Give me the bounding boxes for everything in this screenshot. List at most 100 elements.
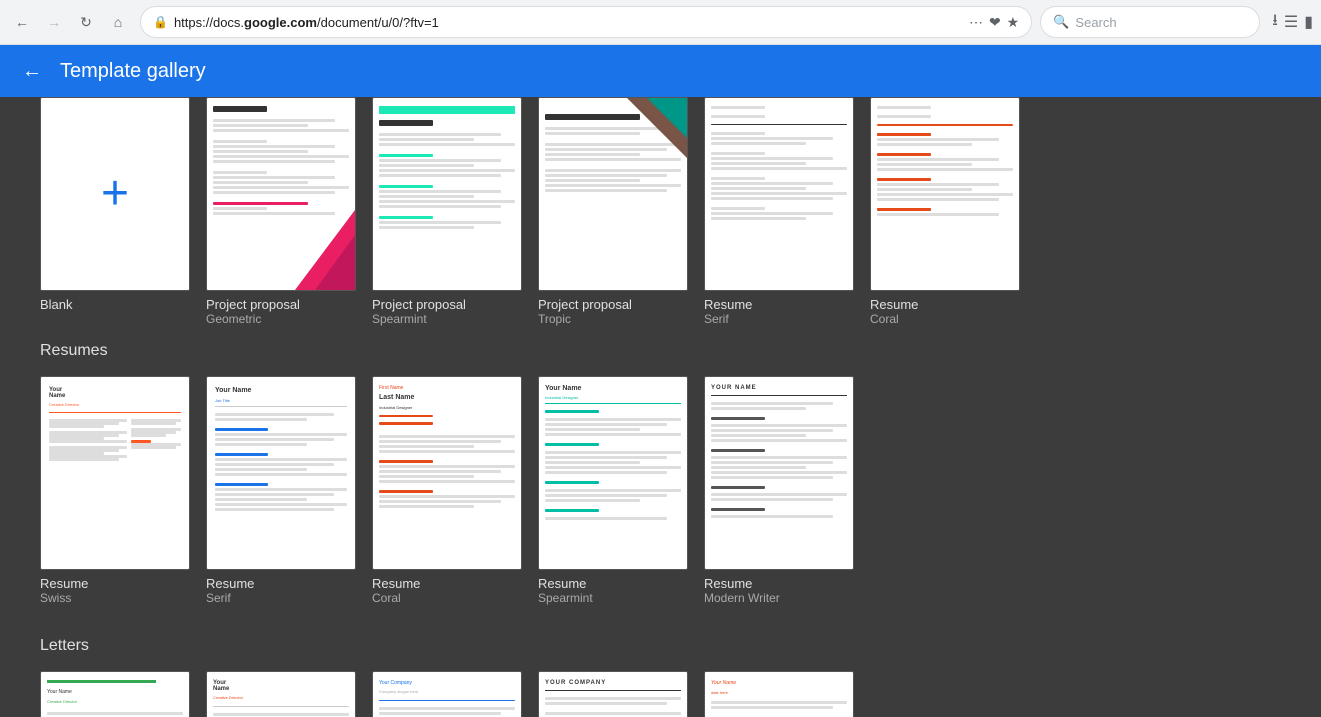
template-name-resume-swiss: Resume — [40, 576, 190, 591]
template-subtitle-proj-spearmint: Spearmint — [372, 312, 522, 326]
template-card-letter-4[interactable]: YOUR COMPANY — [538, 671, 688, 717]
template-thumb-letter-2: YourName Creative Director — [206, 671, 356, 717]
template-card-proj-geometric[interactable]: Project proposal Geometric — [206, 97, 356, 326]
template-card-letter-3[interactable]: Your Company Company slogan here — [372, 671, 522, 717]
url-prefix: https://docs. — [174, 15, 244, 30]
app-header: ← Template gallery — [0, 45, 1321, 97]
template-card-letter-5[interactable]: Your Name date here Hello fan, — [704, 671, 854, 717]
template-label-resume-swiss: Resume Swiss — [40, 576, 190, 605]
template-card-resume-coral-top[interactable]: Resume Coral — [870, 97, 1020, 326]
template-card-proj-spearmint[interactable]: Project proposal Spearmint — [372, 97, 522, 326]
template-label-resume-coral: Resume Coral — [372, 576, 522, 605]
template-name-resume-modern: Resume — [704, 576, 854, 591]
resumes-section-title: Resumes — [40, 342, 1281, 360]
template-thumb-resume-serif: Your Name Job Title — [206, 376, 356, 570]
template-subtitle-resume-coral-top: Coral — [870, 312, 1020, 326]
more-icon[interactable]: ⋯ — [969, 14, 983, 31]
template-thumb-letter-4: YOUR COMPANY — [538, 671, 688, 717]
back-button[interactable]: ← — [8, 8, 36, 36]
template-card-resume-coral[interactable]: First Name Last Name Industrial Designer — [372, 376, 522, 605]
template-label-resume-serif: Resume Serif — [206, 576, 356, 605]
template-name-resume-coral-top: Resume — [870, 297, 1020, 312]
template-subtitle-proj-tropic: Tropic — [538, 312, 688, 326]
template-subtitle-resume-serif-top: Serif — [704, 312, 854, 326]
template-name-proj-spearmint: Project proposal — [372, 297, 522, 312]
template-card-letter-2[interactable]: YourName Creative Director — [206, 671, 356, 717]
resumes-template-grid: YourName Creative Director — [40, 376, 1281, 605]
template-label-proj-spearmint: Project proposal Spearmint — [372, 297, 522, 326]
template-label-blank: Blank — [40, 297, 190, 312]
reload-button[interactable]: ↻ — [72, 8, 100, 36]
page-title: Template gallery — [60, 60, 206, 83]
main-content: + Blank — [0, 97, 1321, 717]
plus-icon: + — [101, 170, 129, 218]
template-label-resume-serif-top: Resume Serif — [704, 297, 854, 326]
lock-icon: 🔒 — [153, 15, 168, 29]
search-icon: 🔍 — [1053, 14, 1069, 30]
template-subtitle-resume-serif: Serif — [206, 591, 356, 605]
template-card-resume-spearmint[interactable]: Your Name Industrial Designer — [538, 376, 688, 605]
template-label-resume-coral-top: Resume Coral — [870, 297, 1020, 326]
template-subtitle-resume-swiss: Swiss — [40, 591, 190, 605]
template-name-resume-serif-top: Resume — [704, 297, 854, 312]
address-text: https://docs.google.com/document/u/0/?ft… — [174, 15, 963, 30]
download-icon[interactable]: ⭳ — [1272, 9, 1278, 36]
template-name-resume-serif: Resume — [206, 576, 356, 591]
template-name-resume-spearmint: Resume — [538, 576, 688, 591]
app-back-button[interactable]: ← — [16, 55, 48, 87]
template-label-resume-modern: Resume Modern Writer — [704, 576, 854, 605]
template-subtitle-proj-geometric: Geometric — [206, 312, 356, 326]
template-card-resume-modern[interactable]: YOUR NAME — [704, 376, 854, 605]
template-subtitle-resume-modern: Modern Writer — [704, 591, 854, 605]
home-button[interactable]: ⌂ — [104, 8, 132, 36]
template-name-blank: Blank — [40, 297, 190, 312]
template-subtitle-resume-spearmint: Spearmint — [538, 591, 688, 605]
top-template-grid: + Blank — [40, 97, 1281, 326]
url-domain: google.com — [244, 15, 317, 30]
top-row-section: + Blank — [0, 97, 1321, 326]
template-name-resume-coral: Resume — [372, 576, 522, 591]
template-thumb-letter-1: Your Name Creative Director — [40, 671, 190, 717]
browser-chrome: ← → ↻ ⌂ 🔒 https://docs.google.com/docume… — [0, 0, 1321, 45]
library-icon[interactable]: ☰ — [1284, 12, 1298, 32]
resumes-section: Resumes YourName Creative Director — [0, 326, 1321, 621]
template-thumb-letter-5: Your Name date here Hello fan, — [704, 671, 854, 717]
letters-section: Letters Your Name Creative Director — [0, 621, 1321, 717]
template-card-resume-serif-top[interactable]: Resume Serif — [704, 97, 854, 326]
sidebar-icon[interactable]: ▮ — [1304, 12, 1313, 32]
template-card-resume-serif[interactable]: Your Name Job Title — [206, 376, 356, 605]
letters-section-title: Letters — [40, 637, 1281, 655]
template-thumb-resume-swiss: YourName Creative Director — [40, 376, 190, 570]
template-name-proj-geometric: Project proposal — [206, 297, 356, 312]
template-card-resume-swiss[interactable]: YourName Creative Director — [40, 376, 190, 605]
template-thumb-resume-coral-top — [870, 97, 1020, 291]
template-thumb-resume-coral: First Name Last Name Industrial Designer — [372, 376, 522, 570]
template-card-proj-tropic[interactable]: Project proposal Tropic — [538, 97, 688, 326]
address-bar-actions: ⋯ ❤ ★ — [969, 14, 1019, 31]
template-thumb-blank: + — [40, 97, 190, 291]
template-thumb-proj-geometric — [206, 97, 356, 291]
template-thumb-resume-spearmint: Your Name Industrial Designer — [538, 376, 688, 570]
template-thumb-proj-tropic — [538, 97, 688, 291]
template-label-proj-geometric: Project proposal Geometric — [206, 297, 356, 326]
template-subtitle-resume-coral: Coral — [372, 591, 522, 605]
template-label-resume-spearmint: Resume Spearmint — [538, 576, 688, 605]
template-card-blank[interactable]: + Blank — [40, 97, 190, 326]
browser-toolbar: ← → ↻ ⌂ 🔒 https://docs.google.com/docume… — [0, 0, 1321, 44]
template-card-letter-1[interactable]: Your Name Creative Director — [40, 671, 190, 717]
template-thumb-proj-spearmint — [372, 97, 522, 291]
letters-template-grid: Your Name Creative Director — [40, 671, 1281, 717]
search-placeholder: Search — [1075, 15, 1116, 30]
browser-right-icons: ⭳ ☰ ▮ — [1272, 9, 1313, 36]
search-box[interactable]: 🔍 Search — [1040, 6, 1260, 38]
forward-button[interactable]: → — [40, 8, 68, 36]
bookmark-icon[interactable]: ★ — [1007, 14, 1020, 31]
template-label-proj-tropic: Project proposal Tropic — [538, 297, 688, 326]
template-name-proj-tropic: Project proposal — [538, 297, 688, 312]
url-path: /document/u/0/?ftv=1 — [317, 15, 439, 30]
template-thumb-letter-3: Your Company Company slogan here — [372, 671, 522, 717]
template-thumb-resume-serif-top — [704, 97, 854, 291]
pocket-icon[interactable]: ❤ — [989, 14, 1001, 31]
address-bar[interactable]: 🔒 https://docs.google.com/document/u/0/?… — [140, 6, 1032, 38]
template-thumb-resume-modern: YOUR NAME — [704, 376, 854, 570]
